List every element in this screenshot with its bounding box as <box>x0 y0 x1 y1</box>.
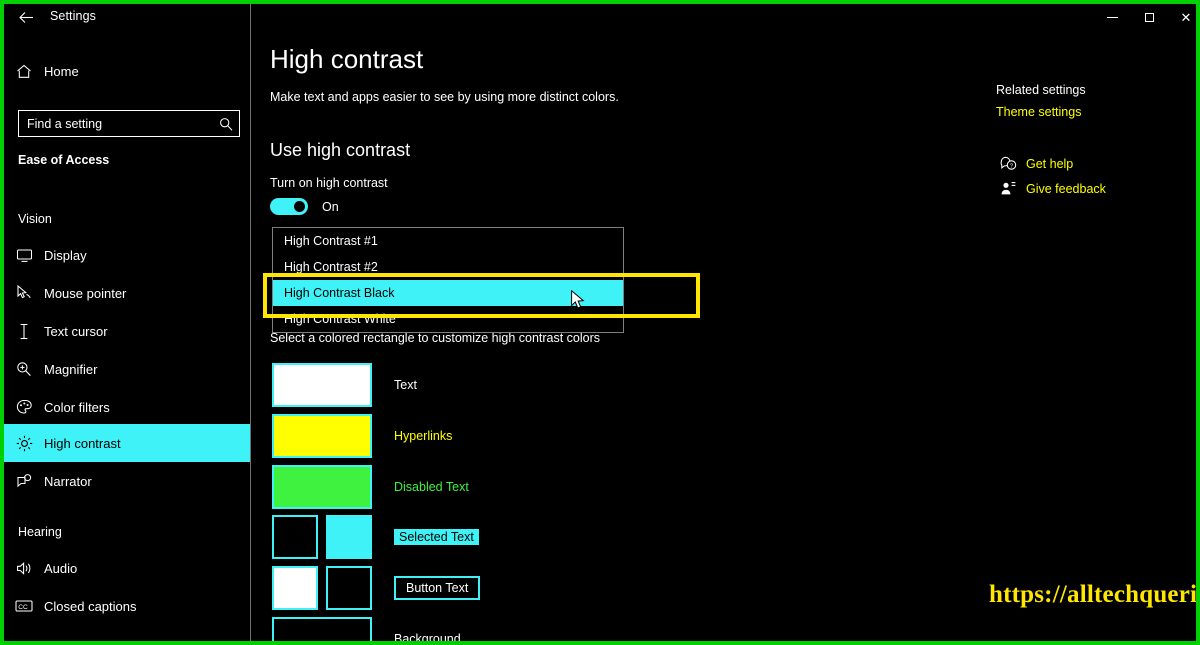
sidebar-item-label: Color filters <box>44 399 110 415</box>
home-icon <box>4 64 44 79</box>
narrator-icon <box>4 473 44 489</box>
swatch-disabled-text-color[interactable] <box>272 465 372 509</box>
maximize-button[interactable] <box>1131 4 1167 30</box>
minimize-button[interactable] <box>1094 4 1130 30</box>
sidebar-item-text-cursor[interactable]: Text cursor <box>4 312 250 350</box>
high-contrast-toggle[interactable] <box>270 198 308 215</box>
swatch-selected-text-foreground[interactable] <box>272 515 318 559</box>
swatch-button-text-foreground[interactable] <box>272 566 318 610</box>
close-icon: ✕ <box>1180 9 1192 25</box>
swatch-row-selected-text[interactable]: Selected Text <box>272 515 479 559</box>
sidebar-item-magnifier[interactable]: Magnifier <box>4 350 250 388</box>
sidebar-item-label: Text cursor <box>44 323 108 339</box>
sidebar-section-vision: Vision <box>18 212 52 226</box>
related-settings-title: Related settings <box>996 83 1086 97</box>
sidebar-item-mouse-pointer[interactable]: Mouse pointer <box>4 274 250 312</box>
brightness-icon <box>4 435 44 452</box>
swatch-label: Selected Text <box>394 529 479 545</box>
help-icon: ? <box>996 156 1020 171</box>
dropdown-option-high-contrast-1[interactable]: High Contrast #1 <box>273 228 623 254</box>
sidebar-item-label: Display <box>44 247 87 263</box>
text-cursor-icon <box>4 323 44 340</box>
give-feedback-label: Give feedback <box>1026 181 1106 196</box>
mouse-cursor <box>571 289 586 316</box>
sidebar-item-closed-captions[interactable]: CC Closed captions <box>4 587 250 625</box>
swatch-row-button-text[interactable]: Button Text <box>272 566 481 610</box>
sidebar-group-title: Ease of Access <box>18 153 110 167</box>
sidebar-item-label: Closed captions <box>44 598 137 614</box>
sidebar-item-narrator[interactable]: Narrator <box>4 462 250 500</box>
sidebar-item-label: Audio <box>44 560 78 576</box>
back-button[interactable] <box>8 4 44 30</box>
swatch-button-text-background[interactable] <box>326 566 372 610</box>
sidebar-item-color-filters[interactable]: Color filters <box>4 388 250 426</box>
high-contrast-toggle-group[interactable]: On <box>270 198 339 215</box>
screen: Settings ✕ Home Find a setting Ease of A… <box>0 0 1200 645</box>
search-input[interactable]: Find a setting <box>18 110 240 137</box>
swatch-row-background[interactable]: Background <box>272 617 461 641</box>
sidebar-item-display[interactable]: Display <box>4 236 250 274</box>
sidebar-section-hearing: Hearing <box>18 525 62 539</box>
swatch-label: Hyperlinks <box>394 429 453 443</box>
sidebar-item-audio[interactable]: Audio <box>4 549 250 587</box>
swatch-row-hyperlinks[interactable]: Hyperlinks <box>272 414 452 458</box>
feedback-icon <box>996 181 1020 196</box>
sidebar-item-home[interactable]: Home <box>4 52 250 90</box>
swatch-label: Text <box>394 378 417 392</box>
toggle-knob <box>294 201 305 212</box>
swatch-selected-text-background[interactable] <box>326 515 372 559</box>
swatch-label: Background <box>394 632 461 641</box>
restore-icon <box>1144 12 1154 22</box>
swatch-background-color[interactable] <box>272 617 372 641</box>
sidebar-item-high-contrast[interactable]: High contrast <box>4 424 250 462</box>
toggle-state-label: On <box>322 199 339 214</box>
theme-settings-link[interactable]: Theme settings <box>996 105 1081 119</box>
window-title: Settings <box>50 9 96 23</box>
dropdown-option-high-contrast-2[interactable]: High Contrast #2 <box>273 254 623 280</box>
get-help-label: Get help <box>1026 156 1074 171</box>
swatch-hint: Select a colored rectangle to customize … <box>270 331 601 345</box>
search-icon <box>213 117 239 131</box>
section-title: Use high contrast <box>270 140 411 160</box>
give-feedback-row[interactable]: Give feedback <box>996 181 1106 196</box>
back-arrow-icon <box>18 11 33 23</box>
search-input-value[interactable]: Find a setting <box>19 117 213 131</box>
swatch-text-color[interactable] <box>272 363 372 407</box>
swatch-row-text[interactable]: Text <box>272 363 417 407</box>
get-help-row[interactable]: ? Get help <box>996 156 1073 171</box>
magnifier-icon <box>4 361 44 377</box>
swatch-row-disabled-text[interactable]: Disabled Text <box>272 465 469 509</box>
svg-text:CC: CC <box>18 604 28 611</box>
palette-icon <box>4 399 44 415</box>
sidebar-item-label: Mouse pointer <box>44 285 127 301</box>
sidebar-item-label: Narrator <box>44 473 92 489</box>
monitor-icon <box>4 248 44 263</box>
sidebar-item-label: Magnifier <box>44 361 98 377</box>
speaker-icon <box>4 561 44 576</box>
minimize-icon <box>1106 16 1118 18</box>
swatch-label: Button Text <box>394 576 481 600</box>
settings-window: Settings ✕ Home Find a setting Ease of A… <box>4 4 1196 641</box>
swatch-hyperlink-color[interactable] <box>272 414 372 458</box>
mouse-pointer-icon <box>4 285 44 301</box>
sidebar-item-label: High contrast <box>44 435 121 451</box>
main-content: High contrast Make text and apps easier … <box>251 30 1196 641</box>
watermark-url: https://alltechqueries.com/ <box>989 581 1196 608</box>
page-description: Make text and apps easier to see by usin… <box>270 90 619 104</box>
swatch-label: Disabled Text <box>394 480 469 494</box>
sidebar-item-label: Home <box>44 63 79 79</box>
closed-caption-icon: CC <box>4 599 44 613</box>
title-bar: Settings ✕ <box>4 4 1196 30</box>
toggle-label: Turn on high contrast <box>270 176 388 190</box>
page-title: High contrast <box>270 44 424 74</box>
theme-dropdown-list[interactable]: High Contrast #1 High Contrast #2 High C… <box>272 227 624 333</box>
close-button[interactable]: ✕ <box>1168 4 1196 30</box>
sidebar: Home Find a setting Ease of Access Visio… <box>4 30 250 641</box>
